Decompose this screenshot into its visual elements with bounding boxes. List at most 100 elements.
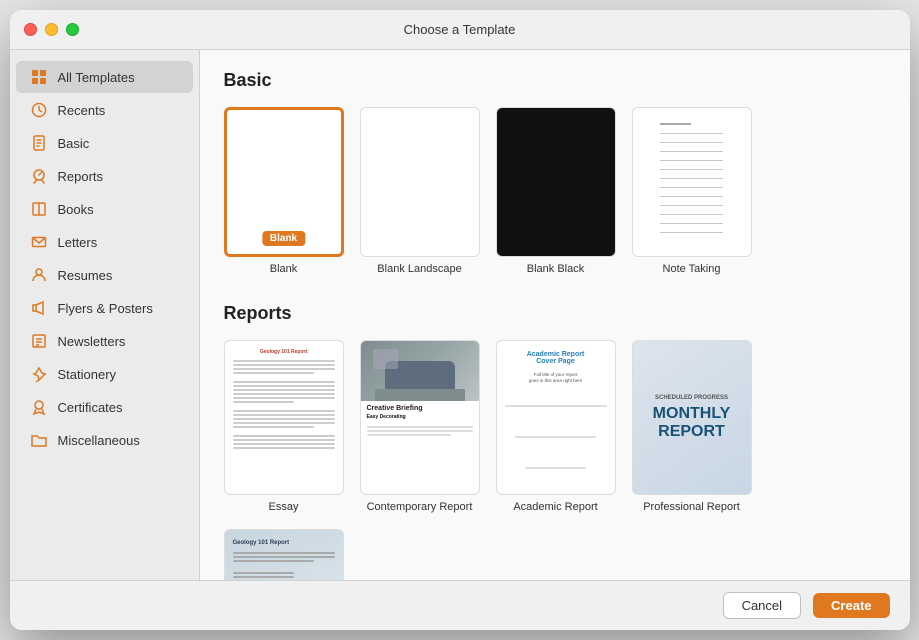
fullscreen-button[interactable]	[66, 23, 79, 36]
main-content: All Templates Recents	[10, 50, 910, 580]
sidebar-label-resumes: Resumes	[58, 268, 113, 283]
envelope-icon	[30, 233, 48, 251]
create-button[interactable]: Create	[813, 593, 889, 618]
note-title-line	[660, 123, 692, 125]
academic-content: Academic ReportCover Page Full title of …	[497, 341, 615, 494]
template-panel: Basic Blank Blank Blank Landscape	[200, 50, 910, 580]
professional-label: Professional Report	[643, 501, 740, 513]
note-line-1	[660, 133, 723, 134]
sidebar-item-stationery[interactable]: Stationery	[16, 358, 193, 390]
monthly-title-text: MONTHLYREPORT	[653, 405, 731, 440]
contemporary-thumb: Creative Briefing Easy Decorating	[360, 340, 480, 495]
contemporary-label: Contemporary Report	[367, 501, 473, 513]
note-line-10	[660, 214, 723, 215]
essay-thumb: Geology 101 Report	[224, 340, 344, 495]
monthly-badge-text: SCHEDULED PROGRESS	[653, 395, 731, 401]
term-title-box: Geology 101 Report	[233, 540, 335, 580]
basic-templates-grid: Blank Blank Blank Landscape Blank Black	[224, 107, 886, 275]
template-term-paper[interactable]: Geology 101 Report Term Paper	[224, 529, 344, 580]
sidebar-label-recents: Recents	[58, 103, 106, 118]
pin-icon	[30, 365, 48, 383]
blank-thumb: Blank	[224, 107, 344, 257]
sidebar-item-letters[interactable]: Letters	[16, 226, 193, 258]
clock-icon	[30, 101, 48, 119]
sidebar: All Templates Recents	[10, 50, 200, 580]
window-title: Choose a Template	[404, 22, 516, 37]
blank-black-thumb	[496, 107, 616, 257]
cancel-button[interactable]: Cancel	[723, 592, 801, 619]
sidebar-item-flyers[interactable]: Flyers & Posters	[16, 292, 193, 324]
sidebar-label-flyers: Flyers & Posters	[58, 301, 153, 316]
footer: Cancel Create	[10, 580, 910, 630]
template-note-taking[interactable]: Note Taking	[632, 107, 752, 275]
blank-landscape-thumb	[360, 107, 480, 257]
sidebar-item-reports[interactable]: Reports	[16, 160, 193, 192]
sidebar-label-letters: Letters	[58, 235, 98, 250]
academic-title-text: Academic ReportCover Page	[527, 351, 585, 365]
sidebar-label-newsletters: Newsletters	[58, 334, 126, 349]
titlebar: Choose a Template	[10, 10, 910, 50]
main-window: Choose a Template All Templates	[10, 10, 910, 630]
academic-sub-text: Full title of your reportgoes in this ar…	[529, 372, 582, 385]
book-icon	[30, 200, 48, 218]
grid-icon	[30, 68, 48, 86]
note-line-11	[660, 223, 723, 224]
sidebar-label-books: Books	[58, 202, 94, 217]
template-academic[interactable]: Academic ReportCover Page Full title of …	[496, 340, 616, 513]
note-line-12	[660, 232, 723, 233]
note-taking-label: Note Taking	[663, 263, 721, 275]
sidebar-item-recents[interactable]: Recents	[16, 94, 193, 126]
sidebar-item-all-templates[interactable]: All Templates	[16, 61, 193, 93]
blank-landscape-label: Blank Landscape	[377, 263, 461, 275]
reports-templates-grid: Geology 101 Report	[224, 340, 886, 580]
term-paper-thumb: Geology 101 Report	[224, 529, 344, 580]
template-blank[interactable]: Blank Blank	[224, 107, 344, 275]
essay-title-text: Geology 101 Report	[233, 349, 335, 357]
template-blank-landscape[interactable]: Blank Landscape	[360, 107, 480, 275]
note-line-3	[660, 151, 723, 152]
professional-thumb: SCHEDULED PROGRESS MONTHLYREPORT	[632, 340, 752, 495]
newspaper-icon	[30, 332, 48, 350]
contemporary-title-text: Creative Briefing	[361, 401, 479, 414]
sidebar-item-resumes[interactable]: Resumes	[16, 259, 193, 291]
note-taking-thumb	[632, 107, 752, 257]
template-essay[interactable]: Geology 101 Report	[224, 340, 344, 513]
close-button[interactable]	[24, 23, 37, 36]
sidebar-item-certificates[interactable]: Certificates	[16, 391, 193, 423]
doc-icon	[30, 134, 48, 152]
sidebar-item-newsletters[interactable]: Newsletters	[16, 325, 193, 357]
essay-content: Geology 101 Report	[225, 341, 343, 459]
note-line-7	[660, 187, 723, 188]
note-line-4	[660, 160, 723, 161]
note-lines	[650, 113, 733, 251]
basic-section-title: Basic	[224, 70, 886, 91]
sidebar-label-reports: Reports	[58, 169, 104, 184]
sidebar-item-books[interactable]: Books	[16, 193, 193, 225]
folder-icon	[30, 431, 48, 449]
blank-black-label: Blank Black	[527, 263, 584, 275]
template-blank-black[interactable]: Blank Black	[496, 107, 616, 275]
blank-badge: Blank	[262, 231, 305, 246]
sidebar-item-basic[interactable]: Basic	[16, 127, 193, 159]
sidebar-label-basic: Basic	[58, 136, 90, 151]
reports-icon	[30, 167, 48, 185]
note-line-9	[660, 205, 723, 206]
template-contemporary[interactable]: Creative Briefing Easy Decorating Contem…	[360, 340, 480, 513]
sidebar-item-miscellaneous[interactable]: Miscellaneous	[16, 424, 193, 456]
traffic-lights	[24, 23, 79, 36]
contemporary-image	[361, 341, 479, 401]
template-professional[interactable]: SCHEDULED PROGRESS MONTHLYREPORT Profess…	[632, 340, 752, 513]
sidebar-label-all-templates: All Templates	[58, 70, 135, 85]
note-line-5	[660, 169, 723, 170]
academic-thumb: Academic ReportCover Page Full title of …	[496, 340, 616, 495]
note-line-8	[660, 196, 723, 197]
essay-label: Essay	[269, 501, 299, 513]
sidebar-label-stationery: Stationery	[58, 367, 117, 382]
person-icon	[30, 266, 48, 284]
note-line-6	[660, 178, 723, 179]
sidebar-label-certificates: Certificates	[58, 400, 123, 415]
reports-section-title: Reports	[224, 303, 886, 324]
sidebar-label-miscellaneous: Miscellaneous	[58, 433, 140, 448]
minimize-button[interactable]	[45, 23, 58, 36]
award-icon	[30, 398, 48, 416]
